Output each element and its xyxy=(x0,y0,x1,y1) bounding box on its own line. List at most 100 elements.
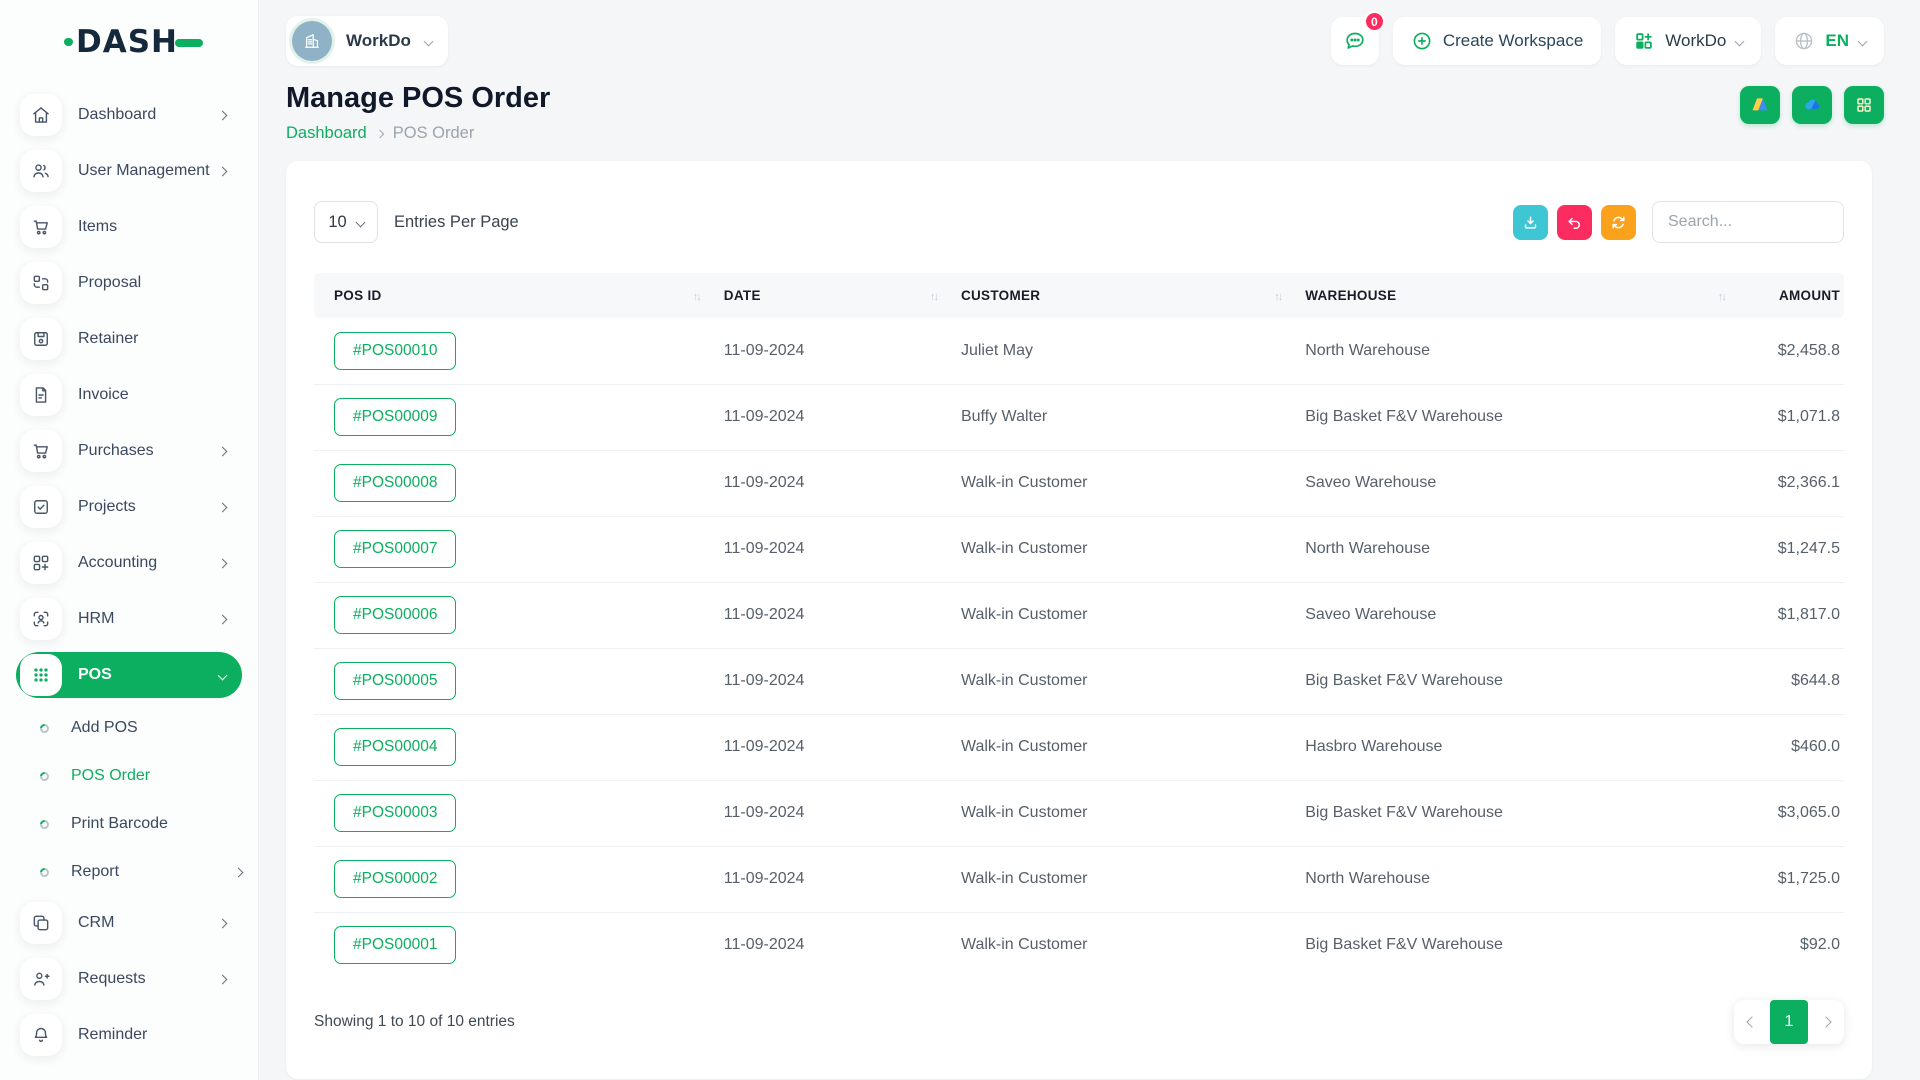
bullet-icon xyxy=(38,770,51,783)
column-header-customer[interactable]: CUSTOMER↑↓ xyxy=(949,273,1293,318)
table-row: #POS00006 11-09-2024 Walk-in Customer Sa… xyxy=(314,582,1844,648)
sidebar-subitem-report[interactable]: Report xyxy=(16,852,242,892)
floppy-icon xyxy=(20,318,62,360)
bell-icon xyxy=(20,1014,62,1056)
breadcrumb-current: POS Order xyxy=(393,124,475,143)
language-selector[interactable]: EN xyxy=(1775,17,1884,65)
sidebar-item-label: User Management xyxy=(78,162,219,180)
customer-cell: Walk-in Customer xyxy=(949,780,1293,846)
date-cell: 11-09-2024 xyxy=(712,582,949,648)
onedrive-button[interactable] xyxy=(1792,86,1832,124)
warehouse-cell: Big Basket F&V Warehouse xyxy=(1293,648,1737,714)
page-title: Manage POS Order xyxy=(286,82,550,115)
workdo-menu-button[interactable]: WorkDo xyxy=(1615,17,1761,65)
column-header-warehouse[interactable]: WAREHOUSE↑↓ xyxy=(1293,273,1737,318)
chevron-right-icon xyxy=(218,614,228,624)
customer-cell: Walk-in Customer xyxy=(949,648,1293,714)
sidebar-item-crm[interactable]: CRM xyxy=(16,900,242,946)
pos-id-badge[interactable]: #POS00002 xyxy=(334,860,456,898)
sidebar-item-label: Retainer xyxy=(78,330,226,348)
pos-id-badge[interactable]: #POS00005 xyxy=(334,662,456,700)
workspace-name: WorkDo xyxy=(346,31,411,51)
pos-id-badge[interactable]: #POS00007 xyxy=(334,530,456,568)
pos-id-badge[interactable]: #POS00001 xyxy=(334,926,456,964)
chevron-right-icon xyxy=(218,558,228,568)
chevron-left-icon xyxy=(1746,1016,1757,1027)
sidebar: DASH Dashboard User Management Items xyxy=(0,0,258,1080)
column-header-amount[interactable]: AMOUNT xyxy=(1737,273,1844,318)
customer-cell: Buffy Walter xyxy=(949,384,1293,450)
entries-per-page-select[interactable]: 10 xyxy=(314,201,378,243)
table-row: #POS00001 11-09-2024 Walk-in Customer Bi… xyxy=(314,912,1844,978)
customer-cell: Walk-in Customer xyxy=(949,714,1293,780)
pos-id-badge[interactable]: #POS00004 xyxy=(334,728,456,766)
table-row: #POS00005 11-09-2024 Walk-in Customer Bi… xyxy=(314,648,1844,714)
page-number-button[interactable]: 1 xyxy=(1770,1000,1808,1044)
customer-cell: Walk-in Customer xyxy=(949,912,1293,978)
sidebar-item-invoice[interactable]: Invoice xyxy=(16,372,242,418)
chevron-right-icon xyxy=(1820,1016,1831,1027)
sidebar-item-dashboard[interactable]: Dashboard xyxy=(16,92,242,138)
search-input[interactable] xyxy=(1652,201,1844,243)
column-header-date[interactable]: DATE↑↓ xyxy=(712,273,949,318)
customer-cell: Walk-in Customer xyxy=(949,516,1293,582)
next-page-button[interactable] xyxy=(1808,1000,1844,1044)
sidebar-item-label: Requests xyxy=(78,970,219,988)
export-download-button[interactable] xyxy=(1513,205,1548,240)
sidebar-subitem-add-pos[interactable]: Add POS xyxy=(16,708,242,748)
messages-button[interactable]: 0 xyxy=(1331,17,1379,65)
sort-icon: ↑↓ xyxy=(693,291,700,303)
refresh-button[interactable] xyxy=(1601,205,1636,240)
create-workspace-button[interactable]: Create Workspace xyxy=(1393,17,1601,65)
grid-view-button[interactable] xyxy=(1844,86,1884,124)
warehouse-cell: Big Basket F&V Warehouse xyxy=(1293,912,1737,978)
pos-id-badge[interactable]: #POS00008 xyxy=(334,464,456,502)
page-header: Manage POS Order Dashboard POS Order xyxy=(286,82,1884,143)
sidebar-item-hrm[interactable]: HRM xyxy=(16,596,242,642)
pos-order-table: POS ID↑↓ DATE↑↓ CUSTOMER↑↓ WAREHOUSE↑↓ A… xyxy=(314,273,1844,978)
user-scan-icon xyxy=(20,598,62,640)
sidebar-subitem-print-barcode[interactable]: Print Barcode xyxy=(16,804,242,844)
reset-button[interactable] xyxy=(1557,205,1592,240)
entries-per-page-label: Entries Per Page xyxy=(394,213,519,232)
amount-cell: $2,366.1 xyxy=(1737,450,1844,516)
sidebar-item-user-management[interactable]: User Management xyxy=(16,148,242,194)
warehouse-cell: North Warehouse xyxy=(1293,318,1737,384)
sidebar-item-requests[interactable]: Requests xyxy=(16,956,242,1002)
sidebar-item-items[interactable]: Items xyxy=(16,204,242,250)
sidebar-item-proposal[interactable]: Proposal xyxy=(16,260,242,306)
undo-icon xyxy=(1566,214,1583,231)
workspace-switcher[interactable]: WorkDo xyxy=(286,16,448,66)
pos-id-badge[interactable]: #POS00003 xyxy=(334,794,456,832)
home-icon xyxy=(20,94,62,136)
sidebar-item-purchases[interactable]: Purchases xyxy=(16,428,242,474)
pos-id-badge[interactable]: #POS00010 xyxy=(334,332,456,370)
sidebar-item-label: Proposal xyxy=(78,274,226,292)
chevron-down-icon xyxy=(355,217,365,227)
sidebar-item-reminder[interactable]: Reminder xyxy=(16,1012,242,1058)
sidebar-item-pos[interactable]: POS xyxy=(16,652,242,698)
previous-page-button[interactable] xyxy=(1734,1000,1770,1044)
create-workspace-label: Create Workspace xyxy=(1443,31,1583,51)
sidebar-item-label: Dashboard xyxy=(78,106,219,124)
sidebar-item-label: Items xyxy=(78,218,226,236)
customer-cell: Walk-in Customer xyxy=(949,582,1293,648)
sidebar-item-retainer[interactable]: Retainer xyxy=(16,316,242,362)
sidebar-item-projects[interactable]: Projects xyxy=(16,484,242,530)
pos-id-badge[interactable]: #POS00009 xyxy=(334,398,456,436)
google-drive-icon xyxy=(1750,95,1770,115)
customer-cell: Walk-in Customer xyxy=(949,846,1293,912)
pos-id-badge[interactable]: #POS00006 xyxy=(334,596,456,634)
user-plus-icon xyxy=(20,958,62,1000)
amount-cell: $644.8 xyxy=(1737,648,1844,714)
workdo-menu-label: WorkDo xyxy=(1665,31,1726,51)
warehouse-cell: North Warehouse xyxy=(1293,516,1737,582)
app-logo[interactable]: DASH xyxy=(64,24,203,60)
sidebar-item-accounting[interactable]: Accounting xyxy=(16,540,242,586)
google-drive-button[interactable] xyxy=(1740,86,1780,124)
sidebar-subitem-pos-order[interactable]: POS Order xyxy=(16,756,242,796)
breadcrumb-dashboard-link[interactable]: Dashboard xyxy=(286,124,367,143)
column-header-pos-id[interactable]: POS ID↑↓ xyxy=(314,273,712,318)
customer-cell: Juliet May xyxy=(949,318,1293,384)
dots-grid-icon xyxy=(20,654,62,696)
